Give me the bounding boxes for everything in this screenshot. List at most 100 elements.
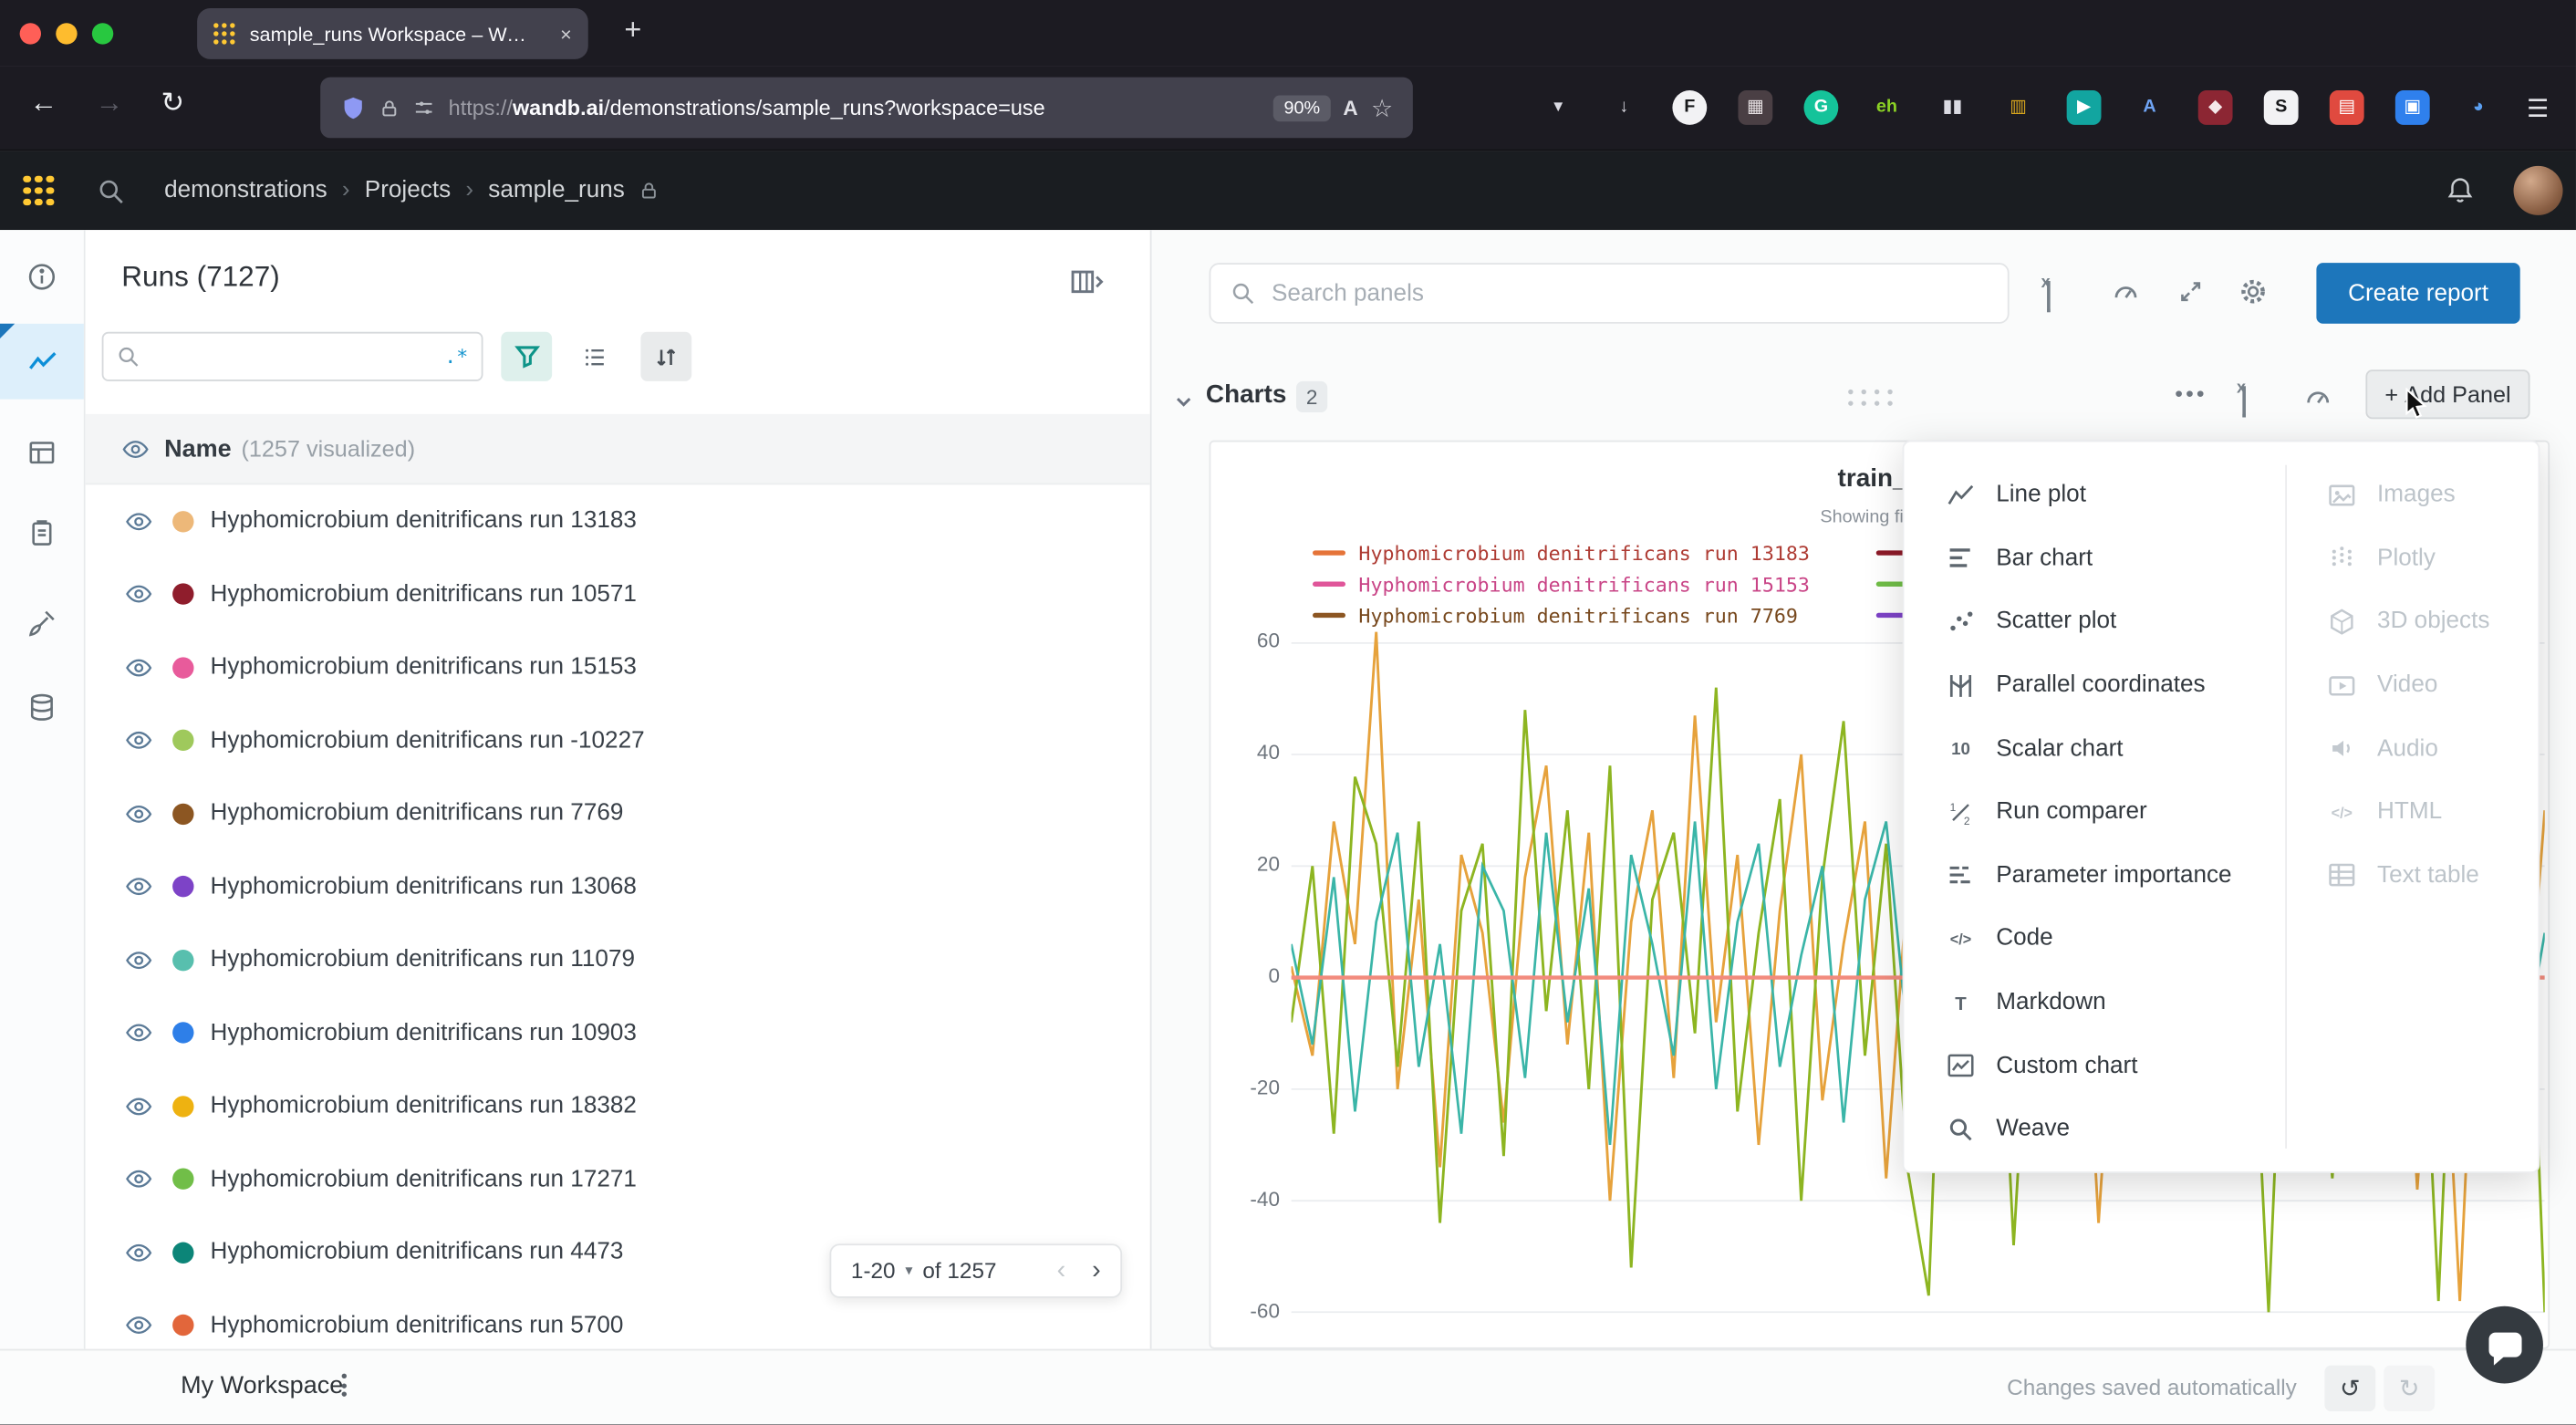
support-chat-button[interactable] — [2466, 1306, 2543, 1384]
extension-icon[interactable]: ▶ — [2067, 90, 2102, 125]
column-header-name[interactable]: Name — [164, 434, 232, 463]
forward-button[interactable]: → — [95, 87, 123, 120]
section-x-axis-icon[interactable] — [2242, 386, 2246, 415]
bookmark-star-icon[interactable]: ☆ — [1371, 93, 1393, 122]
visibility-eye-icon[interactable] — [125, 726, 153, 754]
back-button[interactable]: ← — [29, 87, 57, 120]
page-size-caret-icon[interactable]: ▾ — [905, 1262, 912, 1280]
prev-page-button[interactable]: ‹ — [1057, 1256, 1066, 1285]
visibility-eye-icon[interactable] — [125, 580, 153, 608]
visibility-eye-icon[interactable] — [125, 1239, 153, 1267]
extension-icon[interactable]: eh — [1870, 90, 1905, 125]
sidebar-item-overview[interactable] — [0, 238, 84, 314]
extension-icon[interactable]: ▦ — [1738, 90, 1772, 125]
run-row[interactable]: Hyphomicrobium denitrificans run 13183 — [86, 484, 1150, 557]
extension-icon[interactable]: A — [2133, 90, 2167, 125]
sidebar-item-sweeps[interactable] — [0, 585, 84, 660]
extension-icon[interactable]: ◆ — [2198, 90, 2233, 125]
run-row[interactable]: Hyphomicrobium denitrificans run 13068 — [86, 850, 1150, 923]
new-tab-button[interactable]: + — [624, 13, 641, 47]
x-axis-settings-icon[interactable] — [2047, 281, 2051, 310]
run-row[interactable]: Hyphomicrobium denitrificans run 10571 — [86, 557, 1150, 630]
run-name[interactable]: Hyphomicrobium denitrificans run 4473 — [211, 1239, 624, 1265]
tracking-shield-icon[interactable] — [340, 95, 367, 121]
runs-list-header[interactable]: Name (1257 visualized) — [86, 414, 1150, 484]
run-name[interactable]: Hyphomicrobium denitrificans run 10903 — [211, 1020, 637, 1046]
run-name[interactable]: Hyphomicrobium denitrificans run 13183 — [211, 508, 637, 535]
visibility-eye-icon[interactable] — [125, 1019, 153, 1047]
settings-gear-icon[interactable] — [2238, 276, 2269, 316]
undo-button[interactable]: ↺ — [2324, 1366, 2375, 1411]
breadcrumb-project[interactable]: sample_runs — [488, 178, 625, 204]
visibility-eye-icon[interactable] — [125, 946, 153, 974]
extension-icon[interactable]: ▣ — [2395, 90, 2430, 125]
extension-icon[interactable]: F — [1672, 90, 1707, 125]
sidebar-item-artifacts[interactable] — [0, 669, 84, 744]
url-bar[interactable]: https://wandb.ai/demonstrations/sample_r… — [320, 78, 1413, 139]
extension-icon[interactable]: ◕ — [2461, 90, 2496, 125]
visibility-eye-icon[interactable] — [125, 653, 153, 681]
reload-button[interactable]: ↻ — [161, 87, 184, 120]
browser-menu-icon[interactable]: ☰ — [2527, 94, 2549, 123]
sort-button[interactable] — [640, 332, 691, 381]
workspace-kebab-icon[interactable] — [342, 1374, 347, 1397]
run-name[interactable]: Hyphomicrobium denitrificans run 7769 — [211, 801, 624, 827]
workspace-selector[interactable]: My Workspace — [181, 1372, 343, 1400]
run-name[interactable]: Hyphomicrobium denitrificans run 13068 — [211, 874, 637, 900]
visibility-all-eye-icon[interactable] — [121, 434, 150, 463]
extension-icon[interactable]: ▤ — [2330, 90, 2364, 125]
section-drag-handle[interactable] — [1848, 390, 1853, 394]
browser-tab[interactable]: sample_runs Workspace – Weig × — [197, 8, 588, 59]
smoothing-gauge-icon[interactable] — [2111, 276, 2140, 314]
menu-item-custom-chart[interactable]: Custom chart — [1904, 1034, 2538, 1097]
menu-item-code[interactable]: </>Code — [1904, 907, 2538, 971]
expand-panels-icon[interactable] — [2176, 277, 2205, 314]
extension-icon[interactable]: ▥ — [2001, 90, 2036, 125]
extension-icon[interactable]: ▾ — [1541, 90, 1575, 125]
extension-icon[interactable]: S — [2264, 90, 2299, 125]
notifications-bell-icon[interactable] — [2445, 174, 2476, 213]
breadcrumb-entity[interactable]: demonstrations — [164, 178, 327, 204]
tab-close-icon[interactable]: × — [560, 22, 572, 45]
breadcrumb-projects[interactable]: Projects — [365, 178, 451, 204]
visibility-eye-icon[interactable] — [125, 1312, 153, 1340]
runs-table-expand-icon[interactable] — [1071, 268, 1104, 305]
search-panels-input[interactable] — [1268, 278, 1988, 307]
visibility-eye-icon[interactable] — [125, 800, 153, 828]
runs-search-box[interactable]: .* — [102, 332, 483, 381]
group-button[interactable] — [570, 332, 621, 381]
run-name[interactable]: Hyphomicrobium denitrificans run 5700 — [211, 1313, 624, 1339]
section-title[interactable]: Charts — [1206, 381, 1286, 411]
filter-button[interactable] — [501, 332, 552, 381]
window-close-button[interactable] — [20, 23, 41, 44]
run-row[interactable]: Hyphomicrobium denitrificans run 10903 — [86, 996, 1150, 1069]
menu-item-weave[interactable]: Weave — [1904, 1097, 2538, 1161]
run-row[interactable]: Hyphomicrobium denitrificans run -10227 — [86, 704, 1150, 777]
sidebar-item-table[interactable] — [0, 414, 84, 490]
avatar[interactable] — [2514, 166, 2563, 215]
lock-icon[interactable] — [379, 98, 400, 118]
run-name[interactable]: Hyphomicrobium denitrificans run 11079 — [211, 947, 635, 973]
zoom-badge[interactable]: 90% — [1274, 95, 1330, 121]
section-gauge-icon[interactable] — [2303, 381, 2332, 419]
extension-icon[interactable]: ▮▮ — [1936, 90, 1970, 125]
run-name[interactable]: Hyphomicrobium denitrificans run -10227 — [211, 727, 645, 754]
url-text[interactable]: https://wandb.ai/demonstrations/sample_r… — [449, 95, 1262, 120]
section-collapse-chevron-icon[interactable] — [1175, 390, 1193, 419]
runs-search-input[interactable] — [150, 343, 435, 371]
section-more-icon[interactable]: ••• — [2176, 381, 2207, 406]
run-name[interactable]: Hyphomicrobium denitrificans run 17271 — [211, 1166, 637, 1192]
sidebar-item-reports[interactable] — [0, 494, 84, 570]
wandb-logo[interactable] — [23, 175, 54, 206]
window-minimize-button[interactable] — [56, 23, 77, 44]
permissions-icon[interactable] — [412, 96, 435, 119]
global-search-icon[interactable] — [97, 177, 125, 205]
run-row[interactable]: Hyphomicrobium denitrificans run 15153 — [86, 631, 1150, 704]
visibility-eye-icon[interactable] — [125, 1092, 153, 1120]
extension-icon[interactable]: G — [1803, 90, 1838, 125]
run-name[interactable]: Hyphomicrobium denitrificans run 18382 — [211, 1093, 637, 1119]
create-report-button[interactable]: Create report — [2316, 263, 2519, 324]
panel-search-box[interactable] — [1210, 263, 2010, 324]
page-range[interactable]: 1-20 — [851, 1259, 896, 1284]
extension-icon[interactable]: ↓ — [1606, 90, 1641, 125]
